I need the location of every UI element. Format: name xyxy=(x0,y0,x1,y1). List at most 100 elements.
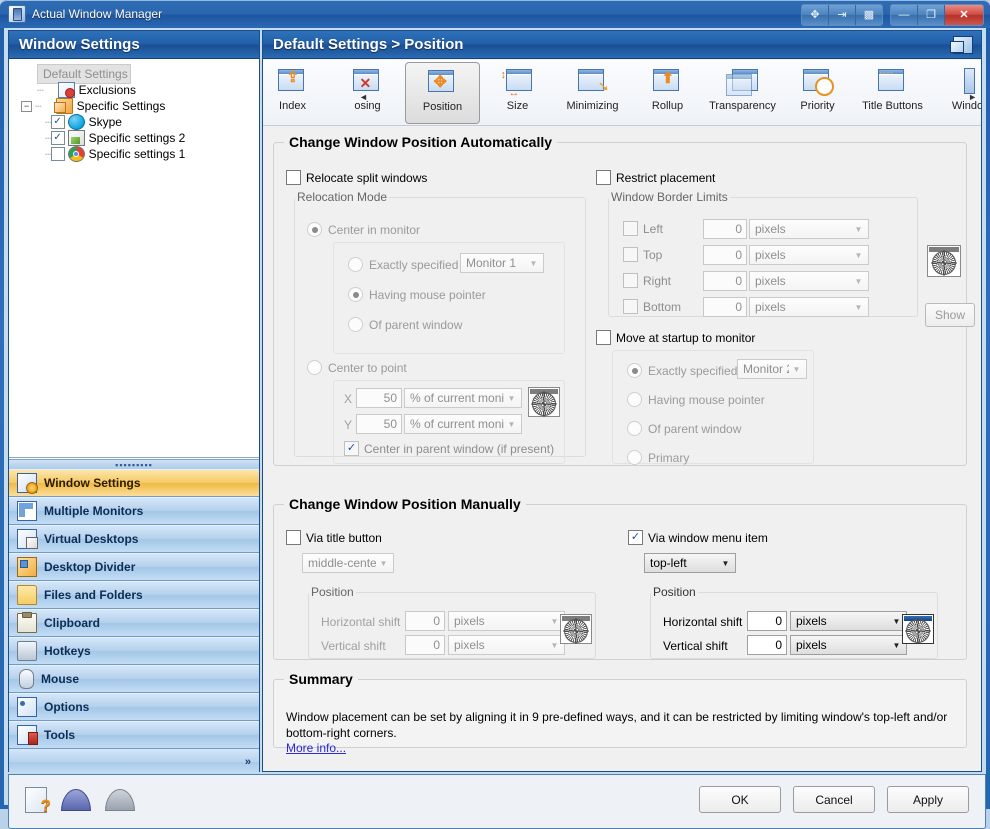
monitor-select-relocation[interactable]: Monitor 1 ▼ xyxy=(460,253,544,273)
sidebar-item-files-and-folders[interactable]: Files and Folders xyxy=(9,581,259,609)
limit-bottom-input[interactable] xyxy=(703,297,747,317)
sidebar-item-mouse[interactable]: Mouse xyxy=(9,665,259,693)
limit-left-unit-select[interactable]: pixels ▼ xyxy=(749,219,869,239)
limit-right-input[interactable] xyxy=(703,271,747,291)
toolbar-item-size[interactable]: ↕ ↔ Size xyxy=(480,62,555,124)
limit-right-checkbox[interactable]: Right xyxy=(623,273,671,288)
sidebar-item-multiple-monitors[interactable]: Multiple Monitors xyxy=(9,497,259,525)
radio-of-parent-window[interactable]: Of parent window xyxy=(348,317,462,332)
options-icon xyxy=(17,697,37,717)
radio-mark xyxy=(307,222,322,237)
radio-having-mouse-pointer[interactable]: Having mouse pointer xyxy=(348,287,486,302)
tree-item-specific-settings-2[interactable]: ┄ ✓ Specific settings 2 xyxy=(15,130,259,146)
sidebar-item-hotkeys[interactable]: Hotkeys xyxy=(9,637,259,665)
y-unit-select[interactable]: % of current monitor ▼ xyxy=(404,414,522,434)
title-button-position-picker[interactable] xyxy=(560,614,592,644)
limit-top-unit-select[interactable]: pixels ▼ xyxy=(749,245,869,265)
restrict-placement-checkbox[interactable]: Restrict placement xyxy=(596,170,715,185)
monitor-select-startup[interactable]: Monitor 2 ▼ xyxy=(737,359,807,379)
move-at-startup-options: Exactly specified Monitor 2 ▼ Having mou… xyxy=(612,350,814,465)
horizontal-shift-unit-select[interactable]: pixels ▼ xyxy=(448,611,565,631)
group-title: Position xyxy=(311,585,354,599)
vertical-shift-input[interactable] xyxy=(405,635,445,655)
close-button[interactable]: ✕ xyxy=(945,5,983,25)
button-label: Show xyxy=(934,308,966,322)
title-button-alignment-select[interactable]: middle-center ▼ xyxy=(302,553,394,573)
tree-checkbox[interactable] xyxy=(50,147,65,161)
vertical-shift-input[interactable] xyxy=(747,635,787,655)
maximize-button[interactable]: ❐ xyxy=(918,5,945,25)
limit-left-checkbox[interactable]: Left xyxy=(623,221,663,236)
toolbar-item-position[interactable]: ✥ Position xyxy=(405,62,480,124)
window-stack-icon[interactable] xyxy=(950,36,973,54)
radio-startup-having-mouse-pointer[interactable]: Having mouse pointer xyxy=(627,392,765,407)
radio-startup-of-parent-window[interactable]: Of parent window xyxy=(627,421,741,436)
help-icon[interactable] xyxy=(25,787,51,814)
radio-center-in-monitor[interactable]: Center in monitor xyxy=(307,222,420,237)
limit-bottom-checkbox[interactable]: Bottom xyxy=(623,299,681,314)
sidebar-item-options[interactable]: Options xyxy=(9,693,259,721)
border-limits-picker-button[interactable] xyxy=(927,245,961,277)
limit-bottom-unit-select[interactable]: pixels ▼ xyxy=(749,297,869,317)
radio-startup-exactly-specified[interactable]: Exactly specified xyxy=(627,363,737,378)
toolbar-scroll-left-icon[interactable]: ◄ xyxy=(359,92,368,102)
tree-item-exclusions[interactable]: ┄ Exclusions xyxy=(15,82,259,98)
radio-startup-primary[interactable]: Primary xyxy=(627,450,689,465)
send-to-button[interactable]: ⇥ xyxy=(829,5,856,25)
limit-top-input[interactable] xyxy=(703,245,747,265)
vertical-shift-unit-select[interactable]: pixels ▼ xyxy=(790,635,907,655)
tree-item-specific-settings-1[interactable]: ┄ Specific settings 1 xyxy=(15,146,259,162)
show-button[interactable]: Show xyxy=(925,303,975,327)
settings-tree[interactable]: ┄ ✓ Default Settings ┄ Exclusions − xyxy=(9,60,259,458)
tree-checkbox[interactable]: ✓ xyxy=(50,131,65,145)
sidebar-item-tools[interactable]: Tools xyxy=(9,721,259,749)
undo-icon[interactable] xyxy=(61,789,91,811)
limit-right-unit-select[interactable]: pixels ▼ xyxy=(749,271,869,291)
minimize-button[interactable]: — xyxy=(891,5,918,25)
tree-item-default-settings[interactable]: ┄ ✓ Default Settings xyxy=(15,64,259,84)
toolbar-item-index[interactable]: ⇪ Index xyxy=(263,62,330,124)
point-picker-button[interactable] xyxy=(528,387,560,417)
sidebar-item-clipboard[interactable]: Clipboard xyxy=(9,609,259,637)
toolbar-item-priority[interactable]: Priority xyxy=(780,62,855,124)
via-window-menu-item-checkbox[interactable]: ✓ Via window menu item xyxy=(628,530,768,545)
toolbar-scroll-right-icon[interactable]: ► xyxy=(968,92,977,102)
via-title-button-checkbox[interactable]: Via title button xyxy=(286,530,382,545)
horizontal-shift-unit-select[interactable]: pixels ▼ xyxy=(790,611,907,631)
x-value-input[interactable] xyxy=(356,388,402,408)
toolbar-item-title-buttons[interactable]: ▫▫▫▫ Title Buttons xyxy=(855,62,930,124)
tree-expander[interactable]: − xyxy=(21,100,32,112)
horizontal-shift-input[interactable] xyxy=(405,611,445,631)
limit-left-input[interactable] xyxy=(703,219,747,239)
radio-exactly-specified[interactable]: Exactly specified xyxy=(348,257,458,272)
x-unit-select[interactable]: % of current monitor ▼ xyxy=(404,388,522,408)
relocate-split-windows-checkbox[interactable]: Relocate split windows xyxy=(286,170,427,185)
radio-label: Center in monitor xyxy=(328,222,421,237)
sidebar-item-window-settings[interactable]: Window Settings xyxy=(9,469,259,497)
clipboard-icon xyxy=(17,612,37,633)
center-in-parent-checkbox[interactable]: ✓ Center in parent window (if present) xyxy=(344,441,554,456)
move-window-button[interactable]: ✥ xyxy=(802,5,829,25)
tree-item-skype[interactable]: ┄ ✓ Skype xyxy=(15,114,259,130)
sidebar-item-virtual-desktops[interactable]: Virtual Desktops xyxy=(9,525,259,553)
toolbar-item-rollup[interactable]: ⬆ Rollup xyxy=(630,62,705,124)
redo-icon[interactable] xyxy=(105,789,135,811)
y-value-input[interactable] xyxy=(356,414,402,434)
menu-item-position-picker[interactable] xyxy=(902,614,934,644)
radio-center-to-point[interactable]: Center to point xyxy=(307,360,407,375)
tree-checkbox[interactable]: ✓ xyxy=(50,115,65,129)
notepad-icon xyxy=(67,130,85,146)
horizontal-shift-input[interactable] xyxy=(747,611,787,631)
limit-top-checkbox[interactable]: Top xyxy=(623,247,662,262)
toolbar-item-transparency[interactable]: Transparency xyxy=(705,62,780,124)
sidebar-item-desktop-divider[interactable]: Desktop Divider xyxy=(9,553,259,581)
menu-item-alignment-select[interactable]: top-left ▼ xyxy=(644,553,736,573)
vertical-shift-unit-select[interactable]: pixels ▼ xyxy=(448,635,565,655)
more-info-link[interactable]: More info... xyxy=(286,741,346,755)
toolbar-item-minimizing[interactable]: ➘ Minimizing xyxy=(555,62,630,124)
nav-expand-more-button[interactable]: » xyxy=(9,749,259,775)
tree-item-specific-settings[interactable]: − ┄ Specific Settings xyxy=(15,98,259,114)
move-at-startup-checkbox[interactable]: Move at startup to monitor xyxy=(596,330,755,345)
extra-button[interactable]: ▩ xyxy=(856,5,882,25)
group-title: Change Window Position Manually xyxy=(289,496,521,512)
